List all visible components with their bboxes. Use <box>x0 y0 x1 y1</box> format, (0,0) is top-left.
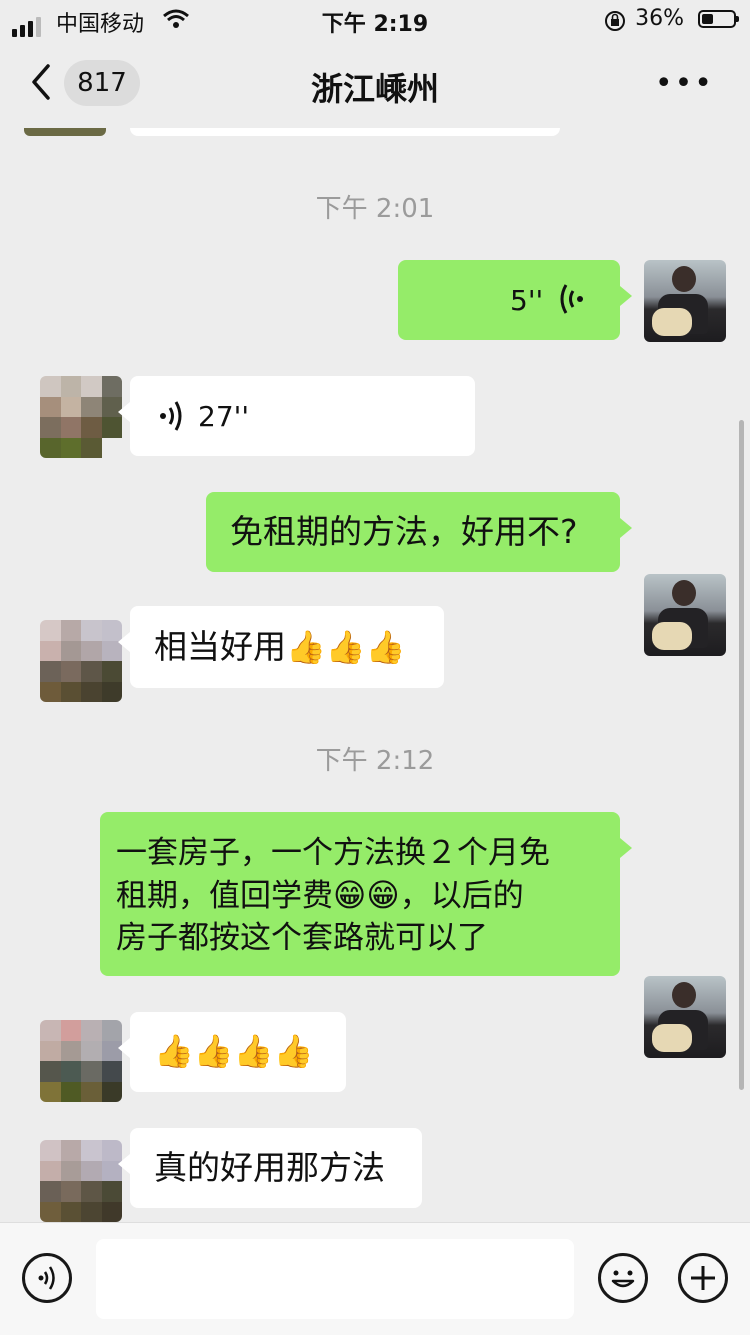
battery-percent: 36% <box>635 6 684 31</box>
chat-title: 浙江嵊州 <box>310 70 439 108</box>
timestamp: 下午 2:01 <box>315 194 435 224</box>
grin-emoji: 😁😁 <box>333 876 400 914</box>
text-message-outgoing[interactable]: 一套房子，一个方法换２个月免 租期，值回学费😁😁，以后的 房子都按这个套路就可以… <box>100 812 632 976</box>
message-text-line: ，以后的 <box>399 878 524 914</box>
emoji-icon[interactable] <box>598 1253 648 1303</box>
voice-duration: 5'' <box>510 284 544 317</box>
message-text-line: 房子都按这个套路就可以了 <box>116 920 488 956</box>
message-list[interactable]: 下午 2:01 5'' 27'' 免租期的方法，好用不? 相当好用👍👍👍 下午 … <box>0 128 750 1222</box>
thumbs-up-emoji: 👍👍👍👍 <box>154 1032 314 1070</box>
text-message-incoming[interactable]: 真的好用那方法 <box>118 1128 422 1208</box>
voice-mode-icon[interactable] <box>22 1253 72 1303</box>
self-avatar[interactable] <box>644 976 726 1058</box>
text-message-outgoing[interactable]: 免租期的方法，好用不? <box>206 492 632 572</box>
more-dots-icon[interactable]: ••• <box>655 66 714 101</box>
emoji-message-incoming[interactable]: 👍👍👍👍 <box>118 1012 346 1092</box>
message-input[interactable] <box>96 1239 574 1319</box>
voice-wave-icon <box>560 282 586 325</box>
voice-message-outgoing[interactable]: 5'' <box>398 260 632 340</box>
contact-avatar[interactable] <box>40 1020 122 1102</box>
scrollbar[interactable] <box>739 420 744 1090</box>
message-text: 免租期的方法，好用不? <box>230 512 578 551</box>
self-avatar[interactable] <box>644 260 726 342</box>
self-avatar[interactable] <box>644 574 726 656</box>
contact-avatar[interactable] <box>40 376 122 458</box>
thumbs-up-emoji: 👍👍👍 <box>286 628 406 666</box>
message-text-line: 租期，值回学费 <box>116 878 333 914</box>
chat-header: 817 浙江嵊州 ••• <box>0 40 750 128</box>
voice-wave-icon <box>158 400 182 441</box>
contact-avatar[interactable] <box>40 620 122 702</box>
timestamp: 下午 2:12 <box>315 746 435 776</box>
plus-icon[interactable] <box>678 1253 728 1303</box>
message-text-line: 一套房子，一个方法换２个月免 <box>116 835 550 871</box>
message-text: 真的好用那方法 <box>154 1148 385 1187</box>
voice-duration: 27'' <box>198 400 250 433</box>
input-bar <box>0 1222 750 1335</box>
contact-avatar[interactable] <box>40 1140 122 1222</box>
rotation-lock-icon <box>604 10 626 38</box>
battery-icon <box>698 10 739 28</box>
voice-message-incoming[interactable]: 27'' <box>118 376 475 456</box>
message-text: 相当好用 <box>154 627 286 666</box>
status-bar: 中国移动 下午 2:19 36% <box>0 0 750 40</box>
contact-avatar[interactable] <box>24 128 106 136</box>
text-message-incoming[interactable]: 相当好用👍👍👍 <box>118 606 444 688</box>
message-bubble-partial[interactable] <box>130 128 560 136</box>
